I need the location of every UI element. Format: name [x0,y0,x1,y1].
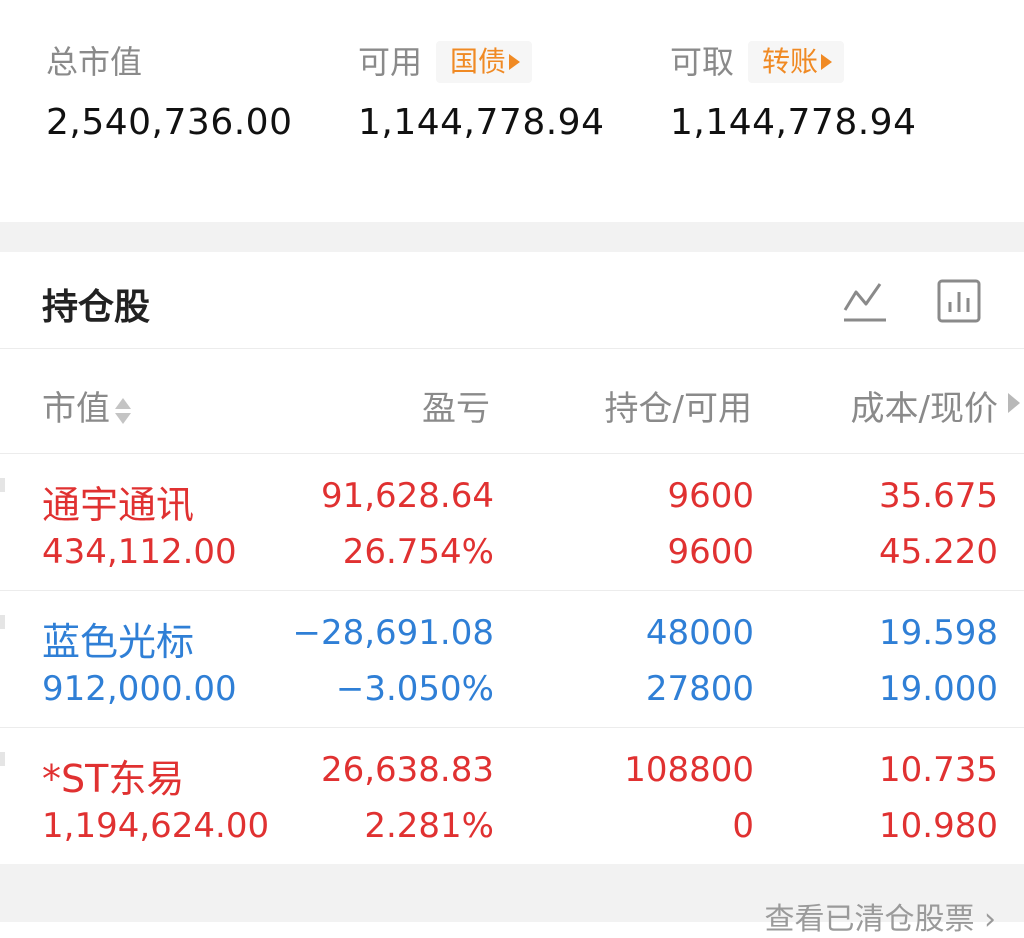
stock-name: 通宇通讯 [42,483,195,527]
profit-loss-percent: 2.281% [364,806,494,846]
column-market-value-label: 市值 [42,389,110,429]
profit-loss: −28,691.08 [292,613,494,653]
profit-loss-percent: 26.754% [342,532,494,572]
line-chart-icon[interactable] [842,278,888,324]
current-price: 10.980 [879,806,998,846]
treasury-bond-label: 国债 [450,45,507,78]
withdrawable-funds-block: 可取 转账 1,144,778.94 [670,40,916,143]
market-value: 1,194,624.00 [42,806,270,846]
cost-price: 19.598 [879,613,998,653]
column-position-available[interactable]: 持仓/可用 [605,381,752,430]
available-funds-label: 可用 [358,43,423,81]
sort-icon[interactable] [114,396,132,426]
current-price: 19.000 [879,669,998,709]
row-edge-marker [0,615,5,629]
profit-loss: 26,638.83 [320,750,494,790]
holding-row[interactable]: 蓝色光标 912,000.00 −28,691.08 −3.050% 48000… [0,591,1024,728]
available-quantity: 9600 [667,532,754,572]
cleared-stocks-label: 查看已清仓股票 [764,902,975,937]
cost-price: 35.675 [879,476,998,516]
play-arrow-icon [821,54,833,70]
section-divider [0,222,1024,252]
profit-loss: 91,628.64 [320,476,494,516]
position-quantity: 9600 [667,476,754,516]
available-funds-value: 1,144,778.94 [358,102,605,143]
treasury-bond-button[interactable]: 国债 [436,41,533,83]
total-assets-value: 2,540,736.00 [46,102,293,143]
total-assets-block: 总市值 2,540,736.00 [46,40,292,143]
market-value: 434,112.00 [42,532,237,572]
play-arrow-icon [509,54,521,70]
profit-loss-percent: −3.050% [335,669,494,709]
withdrawable-funds-value: 1,144,778.94 [670,102,917,143]
column-market-value[interactable]: 市值 [42,381,132,430]
market-value: 912,000.00 [42,669,237,709]
position-quantity: 108800 [624,750,754,790]
bar-chart-icon[interactable] [936,278,982,324]
stock-name: 蓝色光标 [42,620,195,664]
holdings-column-headers: 市值 盈亏 持仓/可用 成本/现价 [0,349,1024,454]
total-assets-label: 总市值 [46,43,143,81]
scroll-right-icon[interactable] [1008,393,1020,413]
row-edge-marker [0,478,5,492]
holdings-title: 持仓股 [42,287,151,328]
holding-row[interactable]: *ST东易 1,194,624.00 26,638.83 2.281% 1088… [0,728,1024,865]
column-profit-loss[interactable]: 盈亏 [422,381,490,430]
transfer-label: 转账 [762,45,819,78]
chevron-right-icon: › [984,902,996,937]
withdrawable-funds-label: 可取 [670,43,735,81]
available-funds-block: 可用 国债 1,144,778.94 [358,40,604,143]
column-cost-price[interactable]: 成本/现价 [851,381,998,430]
row-edge-marker [0,752,5,766]
withdrawable-funds-row: 可取 转账 [670,40,916,84]
current-price: 45.220 [879,532,998,572]
stock-name: *ST东易 [42,757,185,801]
account-summary: 总市值 2,540,736.00 可用 国债 1,144,778.94 可取 转… [0,0,1024,222]
position-quantity: 48000 [645,613,754,653]
transfer-button[interactable]: 转账 [748,41,845,83]
available-quantity: 0 [732,806,754,846]
cleared-stocks-link[interactable]: 查看已清仓股票 › [764,894,996,938]
holding-row[interactable]: 通宇通讯 434,112.00 91,628.64 26.754% 9600 9… [0,454,1024,591]
available-funds-row: 可用 国债 [358,40,604,84]
cost-price: 10.735 [879,750,998,790]
available-quantity: 27800 [645,669,754,709]
holdings-header: 持仓股 [0,252,1024,349]
